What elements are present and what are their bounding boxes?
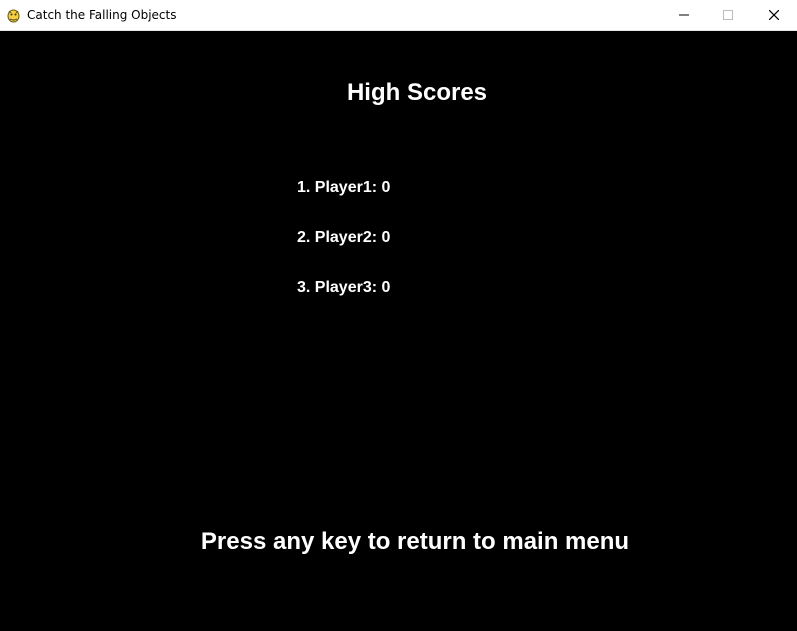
- score-entry-1: 1. Player1: 0: [297, 179, 391, 196]
- minimize-button[interactable]: [661, 0, 707, 30]
- maximize-icon: [723, 10, 733, 20]
- game-window: Catch the Falling Objects High Scores 1.…: [0, 0, 797, 631]
- return-prompt: Press any key to return to main menu: [200, 528, 630, 555]
- pygame-snake-icon: [6, 8, 21, 23]
- close-button[interactable]: [751, 0, 797, 30]
- close-icon: [769, 10, 779, 20]
- maximize-button[interactable]: [705, 0, 751, 30]
- title-bar[interactable]: Catch the Falling Objects: [0, 0, 797, 31]
- minimize-icon: [679, 14, 689, 16]
- window-title: Catch the Falling Objects: [27, 8, 177, 22]
- score-entry-3: 3. Player3: 0: [297, 279, 391, 296]
- high-scores-heading: High Scores: [346, 79, 488, 106]
- game-canvas[interactable]: High Scores 1. Player1: 0 2. Player2: 0 …: [0, 31, 797, 631]
- score-entry-2: 2. Player2: 0: [297, 229, 391, 246]
